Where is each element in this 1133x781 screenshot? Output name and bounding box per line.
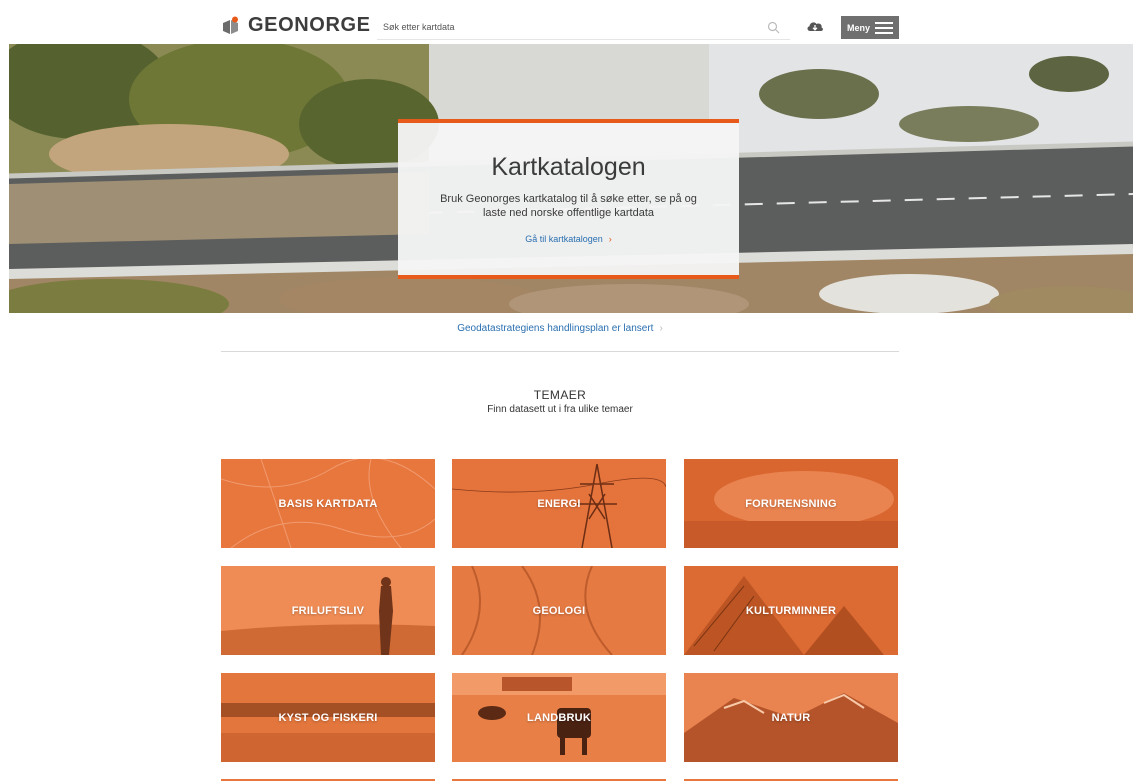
theme-label: ENERGI <box>537 497 581 510</box>
search-input[interactable] <box>377 17 763 37</box>
site-header: GEONORGE Meny <box>0 0 1133 44</box>
divider <box>221 351 899 352</box>
theme-tile-natur[interactable]: NATUR <box>684 673 898 762</box>
menu-label: Meny <box>847 22 871 33</box>
themes-subheading: Finn datasett ut i fra ulike temaer <box>487 404 633 415</box>
theme-tile-basis-kartdata[interactable]: BASIS KARTDATA <box>221 459 435 548</box>
chevron-right-icon: › <box>608 234 612 244</box>
theme-label: NATUR <box>771 711 811 724</box>
search-bar <box>377 17 790 40</box>
hero-description: Bruk Geonorges kartkatalog til å søke et… <box>440 193 697 219</box>
hero-banner: Kartkatalogen Bruk Geonorges kartkatalog… <box>9 44 1133 313</box>
theme-label: GEOLOGI <box>532 604 586 617</box>
search-icon[interactable] <box>767 21 780 34</box>
theme-label: KYST OG FISKERI <box>278 711 378 724</box>
geonorge-logo[interactable]: GEONORGE <box>221 14 371 37</box>
theme-label: BASIS KARTDATA <box>278 497 378 510</box>
theme-label: FORURENSNING <box>745 497 837 510</box>
theme-tile-landbruk[interactable]: LANDBRUK <box>452 673 666 762</box>
logo-text: GEONORGE <box>248 14 371 36</box>
hero-title: Kartkatalogen <box>491 153 646 181</box>
announcement-link[interactable]: Geodatastrategiens handlingsplan er lans… <box>221 323 899 334</box>
theme-tile-kulturminner[interactable]: KULTURMINNER <box>684 566 898 655</box>
theme-label: FRILUFTSLIV <box>291 604 365 617</box>
theme-label: LANDBRUK <box>527 711 591 724</box>
catalog-link-label: Gå til kartkatalogen <box>525 234 603 244</box>
theme-tile-forurensning[interactable]: FORURENSNING <box>684 459 898 548</box>
themes-heading: TEMAER <box>533 388 587 402</box>
theme-tile-geologi[interactable]: GEOLOGI <box>452 566 666 655</box>
page: GEONORGE Meny <box>0 0 1133 781</box>
menu-button[interactable]: Meny <box>841 16 899 39</box>
hero-card: Kartkatalogen Bruk Geonorges kartkatalog… <box>398 119 739 279</box>
catalog-link[interactable]: Gå til kartkatalogen › <box>525 234 612 244</box>
cloud-download-icon[interactable] <box>806 18 824 34</box>
announcement-text: Geodatastrategiens handlingsplan er lans… <box>457 323 654 334</box>
theme-tile-energi[interactable]: ENERGI <box>452 459 666 548</box>
chevron-right-icon: › <box>659 323 663 334</box>
hamburger-icon <box>875 21 893 34</box>
theme-tile-kyst-og-fiskeri[interactable]: KYST OG FISKERI <box>221 673 435 762</box>
theme-label: KULTURMINNER <box>745 604 837 617</box>
theme-tile-friluftsliv[interactable]: FRILUFTSLIV <box>221 566 435 655</box>
geonorge-logo-icon <box>223 16 238 34</box>
